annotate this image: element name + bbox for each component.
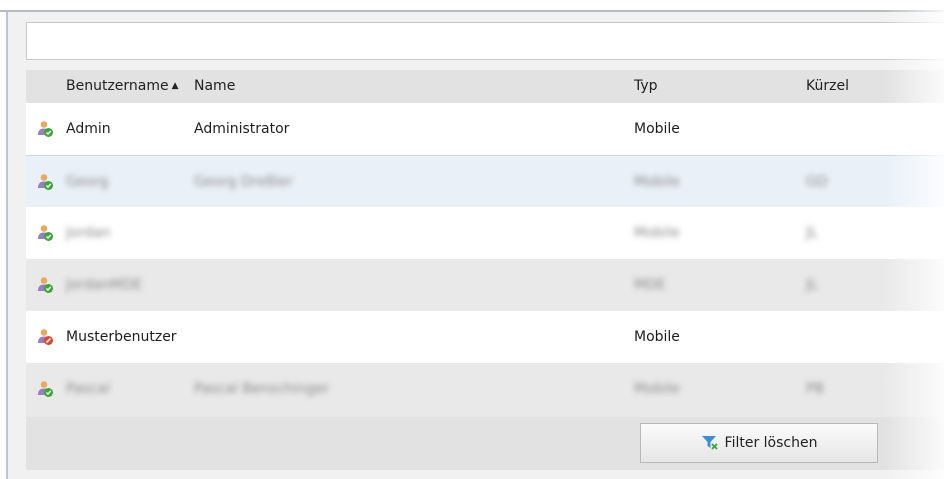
type-cell: Mobile xyxy=(634,329,680,345)
user-blocked-icon xyxy=(38,329,53,345)
search-input[interactable] xyxy=(26,22,944,60)
table-row[interactable]: Admin Administrator Mobile xyxy=(26,103,944,155)
column-header-name[interactable]: Name xyxy=(194,70,235,103)
short-cell: JL xyxy=(806,277,818,293)
name-cell: Pascal Benschinger xyxy=(194,381,330,397)
name-cell: Georg Dreßler xyxy=(194,174,293,190)
table-row[interactable]: Jordan Mobile JL xyxy=(26,207,944,259)
table-header: Benutzername ▲ Name Typ Kürzel xyxy=(26,70,944,103)
table-row[interactable]: Georg Georg Dreßler Mobile GD xyxy=(26,155,944,207)
column-header-type-label: Typ xyxy=(634,78,658,94)
column-header-username[interactable]: Benutzername ▲ xyxy=(66,70,179,103)
column-header-name-label: Name xyxy=(194,78,236,94)
short-cell: PB xyxy=(806,381,825,397)
filter-clear-icon xyxy=(701,436,718,450)
user-table: Benutzername ▲ Name Typ Kürzel Admin Admi… xyxy=(26,70,944,470)
type-cell: Mobile xyxy=(634,121,680,137)
column-header-username-label: Benutzername xyxy=(66,78,169,94)
user-check-icon xyxy=(38,277,53,293)
sort-ascending-icon: ▲ xyxy=(171,81,179,91)
clear-filter-button[interactable]: Filter löschen xyxy=(640,423,878,463)
type-cell: MDE xyxy=(634,277,666,293)
username-cell: Pascal xyxy=(66,381,110,397)
user-check-icon xyxy=(38,121,53,137)
table-row[interactable]: JordanMDE MDE JL xyxy=(26,259,944,311)
user-check-icon xyxy=(38,381,53,397)
column-header-short-label: Kürzel xyxy=(806,78,849,94)
column-header-short[interactable]: Kürzel xyxy=(806,70,849,103)
table-row[interactable]: Musterbenutzer Mobile xyxy=(26,311,944,363)
short-cell: JL xyxy=(806,225,818,241)
name-cell: Administrator xyxy=(194,121,290,137)
table-footer: Filter löschen xyxy=(26,417,944,470)
type-cell: Mobile xyxy=(634,225,680,241)
table-row[interactable]: Pascal Pascal Benschinger Mobile PB xyxy=(26,363,944,417)
type-cell: Mobile xyxy=(634,381,680,397)
username-cell: Jordan xyxy=(66,225,111,241)
user-check-icon xyxy=(38,174,53,190)
username-cell: Georg xyxy=(66,174,109,190)
clear-filter-label: Filter löschen xyxy=(724,435,818,451)
user-check-icon xyxy=(38,225,53,241)
type-cell: Mobile xyxy=(634,174,680,190)
username-cell: Musterbenutzer xyxy=(66,329,177,345)
short-cell: GD xyxy=(806,174,828,190)
column-header-type[interactable]: Typ xyxy=(634,70,658,103)
username-cell: JordanMDE xyxy=(66,277,143,293)
username-cell: Admin xyxy=(66,121,111,137)
window-top xyxy=(0,0,944,10)
